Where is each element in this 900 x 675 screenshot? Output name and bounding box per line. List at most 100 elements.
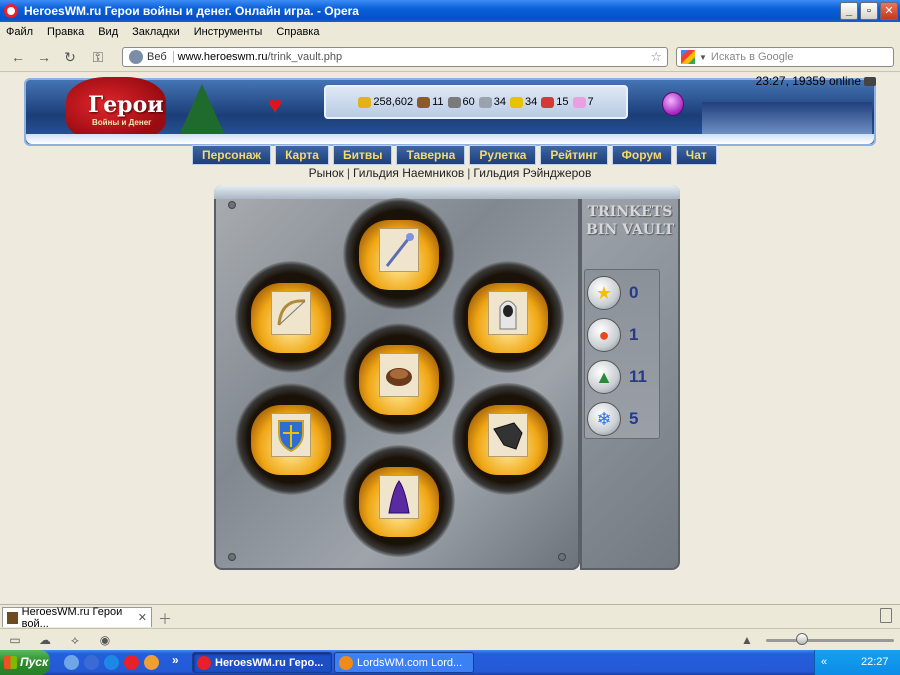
nav-tavern[interactable]: Таверна — [396, 145, 466, 165]
cloud-icon[interactable]: ☁ — [38, 633, 52, 647]
nav-map[interactable]: Карта — [275, 145, 329, 165]
vault-slot-shield[interactable] — [235, 383, 347, 495]
link-mercenary-guild[interactable]: Гильдия Наемников — [353, 166, 464, 180]
google-icon[interactable] — [681, 50, 695, 64]
menu-tools[interactable]: Инструменты — [194, 26, 263, 38]
tree-icon: ▲ — [587, 360, 621, 394]
gauntlet-icon — [493, 422, 523, 450]
link-rangers-guild[interactable]: Гильдия Рэйнджеров — [473, 166, 591, 180]
game-header-banner: Герои Войны и Денег ♥ 258,602 11 60 34 3… — [24, 77, 876, 146]
vault-slot-gauntlet[interactable] — [452, 383, 564, 495]
star-icon: ★ — [587, 276, 621, 310]
reload-icon[interactable]: ↻ — [62, 49, 78, 65]
quicklaunch-opera-icon[interactable] — [124, 655, 139, 670]
share-icon[interactable]: ⟡ — [68, 633, 82, 647]
address-bar[interactable]: Веб www.heroeswm.ru/trink_vault.php ☆ — [122, 47, 668, 67]
zoom-slider-knob[interactable] — [796, 633, 808, 645]
quicklaunch-media-icon[interactable] — [84, 655, 99, 670]
vault-slot-hood[interactable] — [452, 261, 564, 373]
sub-navigation: Рынок | Гильдия Наемников | Гильдия Рэйнджер… — [308, 166, 592, 180]
online-icon[interactable] — [864, 77, 876, 87]
gem-icon — [572, 96, 586, 108]
start-button[interactable]: Пуск — [0, 650, 50, 675]
ice-decoration — [214, 185, 680, 199]
search-placeholder[interactable]: Искать в Google — [711, 51, 893, 63]
snowflake-icon: ❄ — [587, 402, 621, 436]
menu-view[interactable]: Вид — [98, 26, 118, 38]
link-market[interactable]: Рынок — [309, 166, 344, 180]
new-tab-icon[interactable]: ＋ — [158, 609, 172, 629]
vault-slot-staff[interactable] — [343, 198, 455, 310]
counter-snowflake: ❄ 5 — [587, 400, 659, 438]
firefox-icon — [339, 656, 353, 670]
opera-icon — [4, 4, 18, 18]
url-text[interactable]: www.heroeswm.ru/trink_vault.php — [178, 51, 651, 63]
vault-slot-cloak[interactable] — [343, 445, 455, 557]
windows-taskbar: Пуск » HeroesWM.ru Геро... LordsWM.com L… — [0, 650, 900, 675]
trash-icon[interactable] — [880, 608, 892, 623]
nav-character[interactable]: Персонаж — [192, 145, 272, 165]
counter-tree: ▲ 11 — [587, 358, 659, 396]
potion-icon[interactable] — [662, 92, 684, 116]
close-button[interactable]: ✕ — [880, 2, 898, 20]
resource-sulfur: 34 — [510, 96, 537, 108]
nav-roulette[interactable]: Рулетка — [469, 145, 537, 165]
quicklaunch-more[interactable]: » — [172, 653, 179, 667]
forward-icon[interactable]: → — [36, 49, 52, 65]
menu-file[interactable]: Файл — [6, 26, 33, 38]
task-heroeswm[interactable]: HeroesWM.ru Геро... — [192, 652, 332, 673]
task-lordswm[interactable]: LordsWM.com Lord... — [334, 652, 474, 673]
nav-chat[interactable]: Чат — [675, 145, 717, 165]
minimize-button[interactable]: _ — [840, 2, 858, 20]
window-titlebar: HeroesWM.ru Герои войны и денег. Онлайн … — [0, 0, 900, 22]
tab-heroeswm[interactable]: HeroesWM.ru Герои вой... ✕ — [2, 606, 152, 630]
speed-dial-icon[interactable]: ◉ — [98, 633, 112, 647]
nav-rating[interactable]: Рейтинг — [540, 145, 608, 165]
lantern-icon: ● — [587, 318, 621, 352]
panel-toggle-icon[interactable]: ▭ — [8, 633, 22, 647]
tab-close-icon[interactable]: ✕ — [138, 611, 147, 624]
bookmark-star-icon[interactable]: ☆ — [650, 49, 662, 65]
server-clock: 23:27, 19359 online — [756, 74, 876, 88]
ore-icon — [447, 96, 461, 108]
address-scope[interactable]: Веб — [147, 51, 174, 63]
quicklaunch-ie-icon[interactable] — [104, 655, 119, 670]
resource-wood: 11 — [417, 96, 444, 108]
menu-help[interactable]: Справка — [276, 26, 319, 38]
key-icon[interactable]: ⚿ — [90, 49, 106, 65]
tray-expand-icon[interactable]: « — [821, 650, 827, 675]
menu-edit[interactable]: Правка — [47, 26, 84, 38]
zoom-slider[interactable] — [766, 639, 894, 642]
quicklaunch-app-icon[interactable] — [144, 655, 159, 670]
zoom-up-icon[interactable]: ▲ — [740, 633, 754, 647]
sulfur-icon — [510, 96, 524, 108]
shield-icon — [278, 420, 304, 453]
back-icon[interactable]: ← — [10, 49, 26, 65]
counter-lantern: ● 1 — [587, 316, 659, 354]
bolt-icon — [228, 553, 236, 561]
search-box[interactable]: ▼ Искать в Google — [676, 47, 894, 67]
maximize-button[interactable]: ▫ — [860, 2, 878, 20]
nav-forum[interactable]: Форум — [611, 145, 672, 165]
opera-icon — [197, 656, 211, 670]
search-dropdown-icon[interactable]: ▼ — [699, 53, 707, 62]
quicklaunch-desktop-icon[interactable] — [64, 655, 79, 670]
nav-battles[interactable]: Битвы — [332, 145, 393, 165]
bow-icon — [277, 299, 306, 326]
vault-slot-bow[interactable] — [235, 261, 347, 373]
heart-icon[interactable]: ♥ — [268, 94, 282, 118]
cloak-icon — [388, 480, 410, 514]
resource-bar: 258,602 11 60 34 34 15 7 — [324, 85, 628, 119]
status-bar: ▭ ☁ ⟡ ◉ ▲ — [0, 628, 900, 650]
game-logo[interactable]: Герои — [88, 92, 164, 118]
token-counters: ★ 0 ● 1 ▲ 11 ❄ 5 — [584, 269, 660, 439]
vault-title: TRINKETS BIN VAULT — [585, 204, 675, 238]
menu-bookmarks[interactable]: Закладки — [132, 26, 180, 38]
resource-mercury: 34 — [478, 96, 506, 108]
windows-flag-icon — [4, 656, 17, 669]
chocolate-icon — [386, 368, 412, 386]
vault-slot-chocolate[interactable] — [343, 323, 455, 435]
resource-gems: 7 — [572, 96, 594, 108]
bolt-icon — [228, 201, 236, 209]
snow-decoration — [26, 134, 874, 144]
